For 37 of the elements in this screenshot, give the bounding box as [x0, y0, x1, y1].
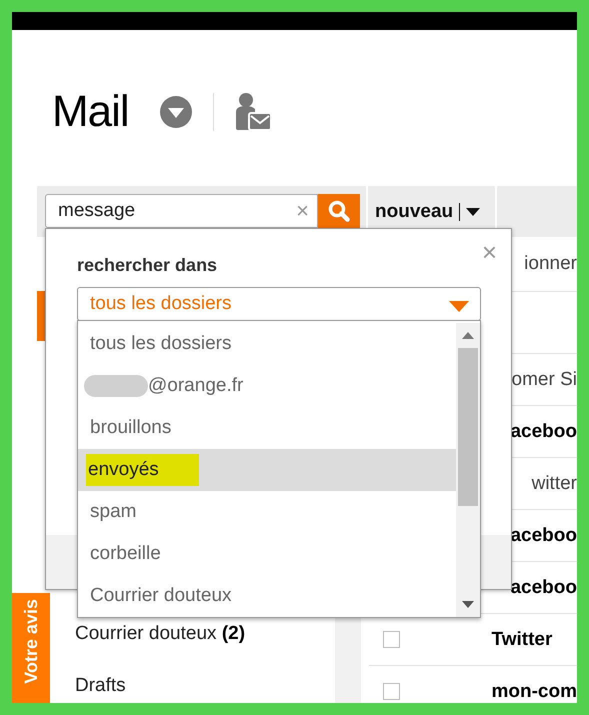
dropdown-option[interactable]: spam — [78, 491, 456, 533]
checkbox[interactable] — [382, 683, 400, 700]
dropdown-icon[interactable] — [158, 95, 193, 129]
sender-name: Twitter — [492, 628, 552, 650]
scrollbar-thumb[interactable] — [458, 348, 478, 506]
dropdown-option[interactable]: tous les dossiers — [78, 323, 456, 365]
contact-mail-icon[interactable] — [234, 92, 272, 132]
sender-name: aceboo — [510, 524, 577, 546]
folder-select[interactable]: tous les dossiers — [77, 287, 481, 321]
search-button[interactable] — [318, 194, 360, 228]
arrow-down-icon[interactable] — [462, 601, 474, 608]
dropdown-option[interactable]: corbeille — [78, 533, 456, 575]
highlighted-text: envoyés — [86, 454, 199, 486]
selected-folder-indicator — [37, 291, 45, 341]
message-row[interactable]: mon-com — [368, 666, 577, 703]
dropdown-option-background[interactable]: envoyés — [78, 449, 456, 491]
caret-icon — [449, 301, 469, 312]
folder-item[interactable]: Drafts — [75, 669, 335, 703]
sender-name: witter — [532, 472, 577, 494]
sender-name: aceboo — [510, 420, 577, 442]
checkbox[interactable] — [382, 631, 400, 648]
search-in-label: rechercher dans — [77, 255, 218, 276]
search-field[interactable]: message × — [45, 194, 318, 228]
dropdown-option[interactable]: brouillons — [78, 407, 456, 449]
folder-item[interactable]: Courrier douteux (2) — [75, 617, 335, 651]
caret-icon — [466, 208, 480, 216]
redaction-blur — [84, 375, 148, 397]
select-all-label[interactable]: ionner — [524, 253, 577, 275]
sender-name: mon-com — [492, 680, 577, 702]
arrow-up-icon[interactable] — [462, 332, 474, 339]
page-title: Mail — [52, 87, 129, 137]
scrollbar[interactable] — [456, 323, 480, 617]
search-icon — [327, 199, 351, 223]
sender-name: omer Si — [512, 368, 577, 390]
dropdown-option[interactable]: Courrier douteux — [78, 575, 456, 617]
dropdown-option[interactable]: @orange.fr — [78, 365, 456, 407]
sender-name: aceboo — [510, 576, 577, 598]
